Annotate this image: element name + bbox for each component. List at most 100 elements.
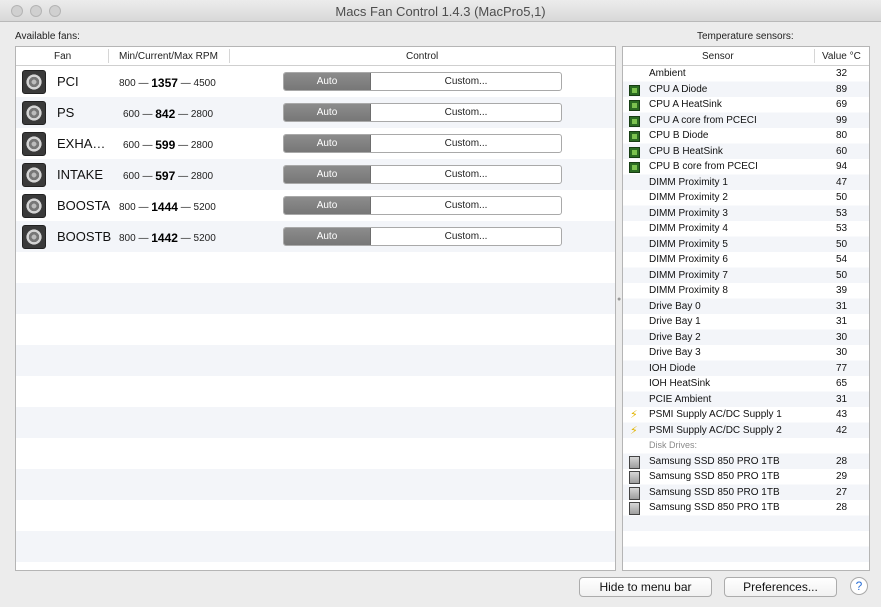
sensor-name: IOH HeatSink xyxy=(649,378,711,389)
sensor-row: IOH Diode 77 xyxy=(623,362,869,378)
fan-current-rpm: 597 xyxy=(155,169,176,183)
rpm-separator: — xyxy=(178,109,189,120)
fan-rpm-readout: 600 — 597 — 2800 xyxy=(123,168,213,183)
sensor-name: Drive Bay 0 xyxy=(649,300,701,312)
fan-row: BOOSTB 800 — 1442 — 5200 Auto Custom... xyxy=(16,221,615,252)
rpm-separator: — xyxy=(180,78,191,89)
temperature-table-header: Sensor Value °C xyxy=(623,47,869,66)
fan-control-segmented: Auto Custom... xyxy=(283,227,562,246)
fan-control-segmented: Auto Custom... xyxy=(283,165,562,184)
sensor-value: 50 xyxy=(836,269,848,281)
sensor-row: CPU A HeatSink 69 xyxy=(623,98,869,114)
sensor-name: DIMM Proximity 7 xyxy=(649,269,728,281)
auto-button[interactable]: Auto xyxy=(284,228,371,245)
disk-name: Samsung SSD 850 PRO 1TB xyxy=(649,502,780,513)
disk-icon xyxy=(629,471,640,484)
sensor-value: 99 xyxy=(836,114,848,126)
column-header-fan[interactable]: Fan xyxy=(54,51,71,62)
bolt-icon: ⚡ xyxy=(630,424,638,437)
auto-button[interactable]: Auto xyxy=(284,197,371,214)
sensor-row: IOH HeatSink 65 xyxy=(623,377,869,393)
bolt-icon: ⚡ xyxy=(630,409,638,421)
fan-rpm-readout: 600 — 599 — 2800 xyxy=(123,137,213,152)
sensor-value: 77 xyxy=(836,362,848,374)
sensor-value: 31 xyxy=(836,316,848,327)
custom-button[interactable]: Custom... xyxy=(371,228,561,245)
rpm-separator: — xyxy=(178,140,189,151)
sensor-name: PCIE Ambient xyxy=(649,393,712,405)
rpm-separator: — xyxy=(180,233,191,244)
disk-temperature: 27 xyxy=(836,486,848,498)
auto-button[interactable]: Auto xyxy=(284,135,371,152)
fan-min-rpm: 600 xyxy=(123,109,140,120)
auto-button[interactable]: Auto xyxy=(284,104,371,121)
sensor-row: DIMM Proximity 3 53 xyxy=(623,207,869,223)
sensor-row: ⚡ PSMI Supply AC/DC Supply 1 43 xyxy=(623,408,869,424)
sensor-row: Samsung SSD 850 PRO 1TB 28 xyxy=(623,501,869,517)
fan-rpm-readout: 800 — 1442 — 5200 xyxy=(119,230,216,245)
window-title: Macs Fan Control 1.4.3 (MacPro5,1) xyxy=(335,4,546,19)
rpm-separator: — xyxy=(180,202,191,213)
disk-name: Samsung SSD 850 PRO 1TB xyxy=(649,471,780,482)
disk-temperature: 28 xyxy=(836,502,848,513)
fan-min-rpm: 800 xyxy=(119,233,136,244)
sensor-row: Drive Bay 2 30 xyxy=(623,331,869,347)
fan-row: PS 600 — 842 — 2800 Auto Custom... xyxy=(16,97,615,128)
fan-max-rpm: 4500 xyxy=(193,78,216,89)
sensor-name: DIMM Proximity 6 xyxy=(649,254,728,265)
chip-icon xyxy=(629,146,640,158)
rpm-separator: — xyxy=(138,202,149,213)
sensor-name: DIMM Proximity 8 xyxy=(649,285,728,296)
sensor-name: CPU B Diode xyxy=(649,130,709,141)
sensor-name: IOH Diode xyxy=(649,362,696,374)
sensor-row: Samsung SSD 850 PRO 1TB 27 xyxy=(623,486,869,502)
fan-control-segmented: Auto Custom... xyxy=(283,196,562,215)
sensor-row: Samsung SSD 850 PRO 1TB 29 xyxy=(623,470,869,486)
rpm-separator: — xyxy=(138,233,149,244)
preferences-button[interactable]: Preferences... xyxy=(724,577,837,597)
chip-icon xyxy=(629,100,640,111)
fan-icon xyxy=(22,132,46,156)
sensor-row: DIMM Proximity 1 47 xyxy=(623,176,869,192)
fan-name: BOOSTA xyxy=(57,198,111,213)
column-header-rpm[interactable]: Min/Current/Max RPM xyxy=(119,51,218,62)
sensor-value: 50 xyxy=(836,238,848,250)
sensor-row: DIMM Proximity 2 50 xyxy=(623,191,869,207)
sensor-name: CPU A Diode xyxy=(649,83,708,95)
auto-button[interactable]: Auto xyxy=(284,166,371,183)
fan-current-rpm: 1442 xyxy=(151,231,178,245)
custom-button[interactable]: Custom... xyxy=(371,104,561,121)
sensor-row: CPU B HeatSink 60 xyxy=(623,145,869,161)
column-header-control[interactable]: Control xyxy=(406,51,438,62)
sensor-name: DIMM Proximity 4 xyxy=(649,223,728,234)
sensor-row: Drive Bay 0 31 xyxy=(623,300,869,316)
custom-button[interactable]: Custom... xyxy=(371,73,561,90)
rpm-separator: — xyxy=(178,171,189,182)
fans-table: Fan Min/Current/Max RPM Control PCI 800 —… xyxy=(15,46,616,571)
rpm-separator: — xyxy=(142,109,153,120)
column-header-value[interactable]: Value °C xyxy=(822,51,861,62)
fan-rpm-readout: 600 — 842 — 2800 xyxy=(123,106,213,121)
fan-control-segmented: Auto Custom... xyxy=(283,72,562,91)
column-header-sensor[interactable]: Sensor xyxy=(702,51,734,62)
sensor-value: 94 xyxy=(836,161,848,172)
custom-button[interactable]: Custom... xyxy=(371,135,561,152)
sensor-row: CPU B Diode 80 xyxy=(623,129,869,145)
sensor-value: 31 xyxy=(836,300,848,312)
sensor-row: PCIE Ambient 31 xyxy=(623,393,869,409)
auto-button[interactable]: Auto xyxy=(284,73,371,90)
sensor-name: DIMM Proximity 3 xyxy=(649,207,728,219)
custom-button[interactable]: Custom... xyxy=(371,166,561,183)
custom-button[interactable]: Custom... xyxy=(371,197,561,214)
help-button[interactable]: ? xyxy=(850,577,868,595)
sensor-name: CPU B HeatSink xyxy=(649,145,723,157)
hide-to-menu-bar-button[interactable]: Hide to menu bar xyxy=(579,577,712,597)
sensor-name: Drive Bay 2 xyxy=(649,331,701,343)
sensor-value: 65 xyxy=(836,378,848,389)
column-divider xyxy=(108,49,109,63)
split-view-handle[interactable]: ● xyxy=(617,296,621,303)
disk-icon xyxy=(629,486,640,500)
fan-icon xyxy=(22,70,46,94)
disk-name: Samsung SSD 850 PRO 1TB xyxy=(649,455,780,467)
fans-table-header: Fan Min/Current/Max RPM Control xyxy=(16,47,615,66)
